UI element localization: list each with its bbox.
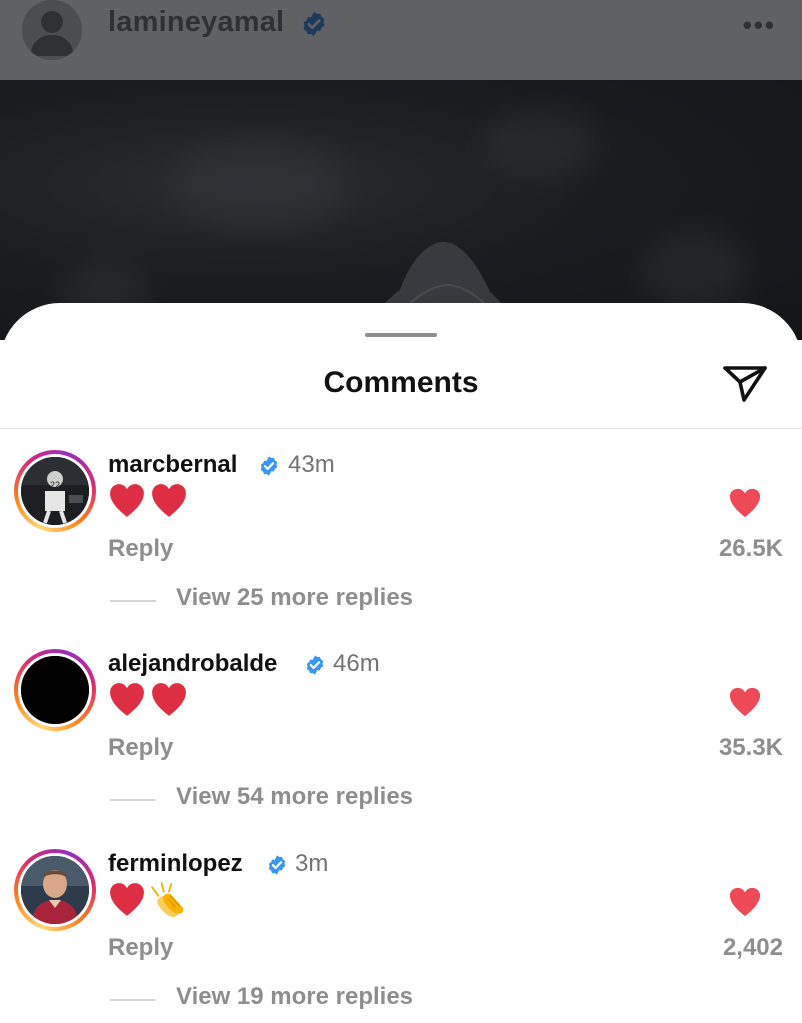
like-heart-icon[interactable]	[728, 686, 762, 718]
avatar: 22	[21, 457, 89, 525]
story-ring[interactable]	[14, 849, 96, 931]
red-heart-icon	[152, 683, 186, 716]
reply-button[interactable]: Reply	[108, 934, 173, 962]
view-replies-button[interactable]: View 19 more replies	[176, 983, 413, 1011]
comments-sheet: Comments 22 marcbernal 43m Reply 26.5K V…	[0, 303, 802, 1023]
comment-username[interactable]: ferminlopez	[108, 850, 243, 878]
replies-divider	[110, 799, 156, 801]
avatar-photo	[21, 656, 89, 724]
verified-badge-icon	[268, 855, 286, 875]
send-paper-plane-icon[interactable]	[722, 362, 768, 404]
post-header: lamineyamal •••	[0, 0, 802, 80]
comment-item: alejandrobalde 46m Reply 35.3K View 54 m…	[0, 649, 802, 849]
red-heart-icon	[110, 484, 144, 517]
story-ring[interactable]	[14, 649, 96, 731]
avatar	[21, 856, 89, 924]
post-author-avatar[interactable]	[22, 0, 82, 60]
comment-text	[108, 881, 192, 921]
comment-item: ferminlopez 3m Reply 2,402 View 19 more …	[0, 849, 802, 1023]
sheet-divider	[0, 428, 802, 429]
verified-badge-icon	[303, 11, 325, 37]
default-avatar-icon	[22, 0, 82, 60]
comment-timestamp: 3m	[295, 850, 329, 877]
comment-text	[108, 681, 192, 721]
more-horizontal-icon[interactable]: •••	[743, 10, 776, 41]
story-ring[interactable]: 22	[14, 450, 96, 532]
post-image	[0, 80, 802, 340]
red-heart-icon	[152, 484, 186, 517]
view-replies-button[interactable]: View 25 more replies	[176, 584, 413, 612]
view-replies-button[interactable]: View 54 more replies	[176, 783, 413, 811]
post-author-username[interactable]: lamineyamal	[108, 6, 284, 39]
sheet-drag-handle[interactable]	[365, 333, 437, 337]
replies-divider	[110, 600, 156, 602]
replies-divider	[110, 999, 156, 1001]
like-count: 2,402	[722, 934, 783, 961]
comment-timestamp: 43m	[288, 451, 335, 478]
verified-badge-icon	[306, 655, 324, 675]
comment-username[interactable]: marcbernal	[108, 451, 237, 479]
red-heart-icon	[110, 683, 144, 716]
comment-username[interactable]: alejandrobalde	[108, 650, 277, 678]
avatar-photo	[21, 856, 89, 924]
comment-text	[108, 482, 192, 522]
like-count: 26.5K	[718, 535, 783, 562]
reply-button[interactable]: Reply	[108, 535, 173, 563]
clapping-hands-icon	[151, 882, 184, 918]
sheet-title: Comments	[323, 366, 479, 399]
like-count: 35.3K	[718, 734, 783, 761]
svg-text:22: 22	[50, 480, 60, 490]
comment-timestamp: 46m	[333, 650, 380, 677]
avatar	[21, 656, 89, 724]
red-heart-icon	[110, 883, 144, 916]
like-heart-icon[interactable]	[728, 886, 762, 918]
verified-badge-icon	[260, 456, 278, 476]
reply-button[interactable]: Reply	[108, 734, 173, 762]
like-heart-icon[interactable]	[728, 487, 762, 519]
avatar-photo: 22	[21, 457, 89, 525]
comment-item: 22 marcbernal 43m Reply 26.5K View 25 mo…	[0, 450, 802, 650]
